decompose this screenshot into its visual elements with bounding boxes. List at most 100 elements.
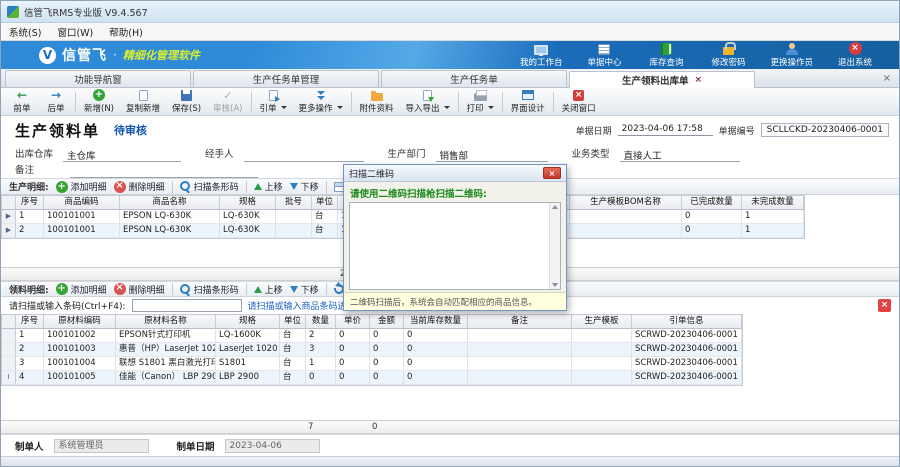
remark-field[interactable]: [70, 164, 258, 178]
menu-help[interactable]: 帮助(H): [109, 25, 143, 39]
warehouse-field[interactable]: 主仓库: [63, 148, 181, 162]
pick-delete-row-button[interactable]: ×删除明细: [114, 283, 165, 296]
status-badge: 待审核: [114, 122, 147, 138]
save-button[interactable]: 保存(S): [166, 88, 207, 115]
plus-circle-icon: +: [56, 283, 68, 295]
action-stock-query[interactable]: 库存查询: [646, 42, 686, 68]
dialog-close-icon[interactable]: ×: [543, 167, 561, 179]
department-field[interactable]: 销售部: [436, 148, 548, 162]
clear-red-icon[interactable]: ×: [878, 299, 891, 312]
col-done-qty: 已完成数量: [682, 196, 742, 210]
pick-scan-barcode-button[interactable]: 扫描条形码: [180, 283, 239, 296]
pull-order-button[interactable]: 引单: [254, 88, 293, 115]
close-red-icon: ×: [573, 89, 584, 101]
pick-table-body: 1 100101002 EPSON针式打印机 LQ-1600K 台 2 0 0 …: [2, 329, 742, 385]
printer-icon: [474, 89, 487, 101]
document-header: 生产领料单 待审核 单据日期 2023-04-06 17:58 单据编号 SCL…: [1, 116, 899, 144]
col-bom-name: 生产模板BOM名称: [570, 196, 682, 210]
action-exit-system[interactable]: × 退出系统: [835, 42, 875, 68]
handler-field[interactable]: [244, 148, 364, 162]
pick-move-up-button[interactable]: 上移: [254, 283, 283, 296]
dropdown-arrow-icon: [444, 106, 450, 109]
pick-amount-total: 0: [369, 421, 403, 433]
tab-production-order[interactable]: 生产任务单: [381, 70, 567, 87]
pick-table-header: 序号 原材料编码 原材料名称 规格 单位 数量 单价 金额 当前库存数量 备注 …: [2, 315, 742, 329]
dropdown-arrow-icon: [337, 106, 343, 109]
prod-move-down-button[interactable]: 下移: [290, 180, 319, 193]
monitor-icon: [534, 42, 548, 55]
pick-add-row-button[interactable]: +添加明细: [56, 283, 107, 296]
qr-input-textarea[interactable]: [349, 202, 561, 290]
toolbar-separator: [172, 181, 173, 193]
delete-circle-icon: ×: [114, 283, 126, 295]
doc-date-field[interactable]: 2023-04-06 17:58: [618, 124, 713, 136]
copy-new-button[interactable]: 复制新增: [120, 88, 166, 115]
user-icon: [786, 42, 798, 55]
toolbar-separator: [251, 92, 252, 112]
toolbar-separator: [458, 92, 459, 112]
col-batch: 批号: [276, 196, 312, 210]
maker-label: 制单人: [15, 439, 44, 453]
action-change-password[interactable]: 修改密码: [708, 42, 748, 68]
window-title: 信管飞RMS专业版 V9.4.567: [24, 5, 148, 19]
ui-design-button[interactable]: 界面设计: [505, 88, 551, 115]
action-document-center[interactable]: 单据中心: [584, 42, 624, 68]
scroll-up-icon[interactable]: [552, 205, 558, 209]
dialog-title-bar[interactable]: 扫描二维码 ×: [344, 165, 566, 182]
close-window-button[interactable]: × 关闭窗口: [556, 88, 602, 115]
next-doc-button[interactable]: → 后单: [39, 88, 73, 115]
barcode-input[interactable]: [132, 299, 242, 312]
col-seq: 序号: [16, 196, 44, 210]
table-row[interactable]: 1 100101002 EPSON针式打印机 LQ-1600K 台 2 0 0 …: [2, 329, 742, 343]
arrow-down-icon: [290, 286, 298, 293]
col-product-name: 商品名称: [120, 196, 220, 210]
tabbar-close-icon[interactable]: ×: [883, 73, 891, 84]
table-row[interactable]: 3 100101004 联想 S1801 黑白激光打印机 S1801 台 1 0…: [2, 357, 742, 371]
print-button[interactable]: 打印: [461, 88, 500, 115]
prod-scan-barcode-button[interactable]: 扫描条形码: [180, 180, 239, 193]
more-actions-button[interactable]: 更多操作: [293, 88, 349, 115]
document-list-icon: [598, 42, 610, 55]
pick-move-down-button[interactable]: 下移: [290, 283, 319, 296]
import-export-button[interactable]: 导入导出: [400, 88, 456, 115]
action-my-workbench[interactable]: 我的工作台: [520, 42, 563, 68]
arrow-up-icon: [254, 183, 262, 190]
chevrons-down-icon: [316, 89, 326, 101]
col-product-code: 商品编码: [44, 196, 120, 210]
tab-close-icon[interactable]: ×: [694, 75, 702, 85]
dropdown-arrow-icon: [488, 106, 494, 109]
prod-move-up-button[interactable]: 上移: [254, 180, 283, 193]
handler-label: 经手人: [205, 146, 234, 162]
qr-scan-dialog: 扫描二维码 × 请使用二维码扫描枪扫描二维码: 二维码扫描后，系统会自动匹配相应…: [343, 164, 567, 311]
col-material-code: 原材料编码: [44, 315, 116, 329]
biz-type-field[interactable]: 直接人工: [620, 148, 740, 162]
action-switch-operator[interactable]: 更换操作员: [770, 42, 813, 68]
quick-actions: 我的工作台 单据中心 库存查询 修改密码 更换操作员 × 退出系统: [520, 42, 889, 68]
prod-add-row-button[interactable]: +添加明细: [56, 180, 107, 193]
tab-function-nav[interactable]: 功能导航窗: [5, 70, 191, 87]
scroll-down-icon[interactable]: [552, 283, 558, 287]
table-row[interactable]: I 4 100101005 佳能（Canon） LBP 2900+ 黑白激 LB…: [2, 371, 742, 385]
pick-qty-total: 7: [305, 421, 335, 433]
import-export-icon: [423, 89, 432, 101]
audit-button[interactable]: ✓ 审核(A): [207, 88, 248, 115]
attachments-button[interactable]: 附件资料: [354, 88, 400, 115]
tab-production-order-mgmt[interactable]: 生产任务单管理: [193, 70, 379, 87]
col-spec: 规格: [220, 196, 276, 210]
prev-doc-button[interactable]: ← 前单: [5, 88, 39, 115]
menu-window[interactable]: 窗口(W): [57, 25, 93, 39]
plus-circle-icon: +: [56, 181, 68, 193]
arrow-up-icon: [254, 286, 262, 293]
plus-circle-icon: +: [93, 89, 105, 101]
copy-page-icon: [139, 89, 148, 101]
new-button[interactable]: + 新增(N): [78, 88, 120, 115]
status-strip: [1, 456, 899, 466]
scrollbar[interactable]: [549, 203, 560, 289]
tab-production-picking-outbound[interactable]: 生产领料出库单 ×: [569, 71, 755, 88]
col-qty: 数量: [306, 315, 336, 329]
table-row[interactable]: 2 100101003 惠普（HP）LaserJet 1020 LaserJet…: [2, 343, 742, 357]
prod-delete-row-button[interactable]: ×删除明细: [114, 180, 165, 193]
toolbar-separator: [351, 92, 352, 112]
menu-system[interactable]: 系统(S): [9, 25, 41, 39]
page-title: 生产领料单: [15, 120, 100, 141]
